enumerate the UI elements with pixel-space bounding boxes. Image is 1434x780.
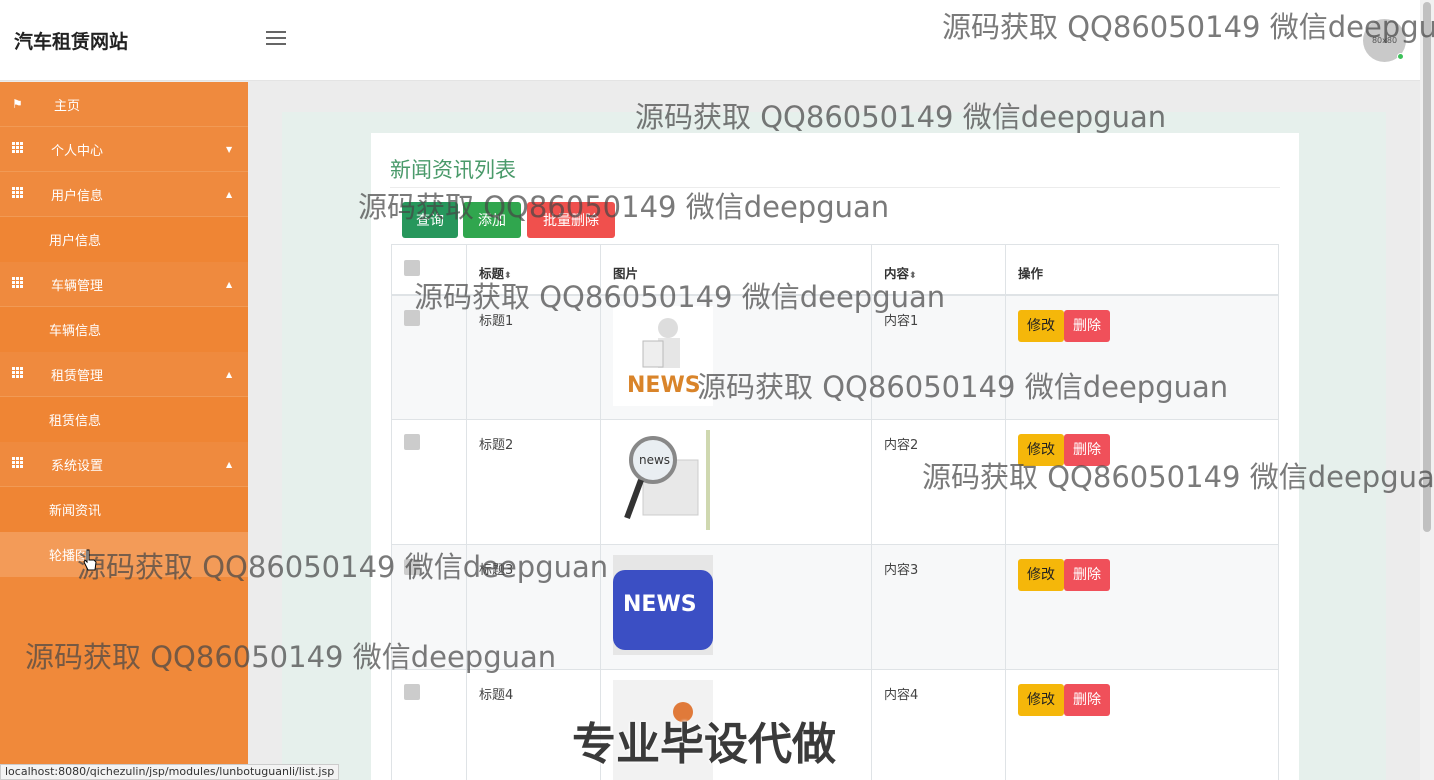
news-table: 标题⬍ 图片 内容⬍ 操作 标题1 NEWS 内容1 修改 删除 标题2 news 内容2 修改… xyxy=(391,244,1279,780)
delete-button[interactable]: 删除 xyxy=(1064,559,1110,591)
svg-text:news: news xyxy=(639,453,670,467)
content-cell: 内容4 xyxy=(871,669,1006,780)
online-status-icon xyxy=(1397,53,1404,60)
sidebar-item[interactable]: 租赁信息 xyxy=(0,397,248,442)
site-title: 汽车租赁网站 xyxy=(14,31,129,53)
action-cell: 修改 删除 xyxy=(1005,544,1279,670)
sidebar-item-label: 新闻资讯 xyxy=(49,504,102,519)
scrollbar-thumb[interactable] xyxy=(1423,2,1431,532)
row-select-cell xyxy=(391,419,467,545)
edit-button[interactable]: 修改 xyxy=(1018,559,1064,591)
grid-icon xyxy=(12,142,26,154)
row-checkbox[interactable] xyxy=(404,434,420,450)
edit-button[interactable]: 修改 xyxy=(1018,309,1064,342)
chevron-down-icon: ▼ xyxy=(226,145,233,154)
grid-icon xyxy=(12,277,26,289)
menu-toggle-icon[interactable] xyxy=(266,31,286,47)
watermark-text: 源码获取 QQ86050149 微信deepguan xyxy=(942,10,1434,44)
header-action: 操作 xyxy=(1005,244,1279,296)
sidebar-item[interactable]: 新闻资讯 xyxy=(0,487,248,532)
svg-text:NEWS: NEWS xyxy=(623,592,697,617)
sidebar-item[interactable]: 用户信息 xyxy=(0,217,248,262)
status-bar-url: localhost:8080/qichezulin/jsp/modules/lu… xyxy=(0,764,340,780)
news-thumbnail: NEWS xyxy=(613,555,713,659)
sidebar-item-label: 主页 xyxy=(54,98,81,114)
image-cell: news xyxy=(600,419,872,545)
sidebar-item[interactable]: 车辆管理 ▲ xyxy=(0,262,248,307)
sidebar-item-label: 租赁信息 xyxy=(49,414,102,429)
watermark-text: 源码获取 QQ86050149 微信deepguan xyxy=(77,550,609,584)
watermark-text: 源码获取 QQ86050149 微信deepguan xyxy=(697,370,1229,404)
sidebar-item[interactable]: 租赁管理 ▲ xyxy=(0,352,248,397)
action-cell: 修改 删除 xyxy=(1005,669,1279,780)
watermark-text: 源码获取 QQ86050149 微信deepguan xyxy=(922,460,1434,494)
grid-icon xyxy=(12,367,26,379)
news-thumbnail: news xyxy=(613,430,713,534)
sidebar-item[interactable]: 系统设置 ▲ xyxy=(0,442,248,487)
watermark-banner: 专业毕设代做 xyxy=(572,719,836,770)
page-title: 新闻资讯列表 xyxy=(390,158,516,182)
chevron-up-icon: ▲ xyxy=(226,370,233,379)
svg-text:NEWS: NEWS xyxy=(627,373,701,398)
sidebar-item-label: 个人中心 xyxy=(51,143,104,159)
title-cell: 标题2 xyxy=(466,419,601,545)
delete-button[interactable]: 删除 xyxy=(1064,309,1110,342)
watermark-text: 源码获取 QQ86050149 微信deepguan xyxy=(25,640,557,674)
watermark-text: 源码获取 QQ86050149 微信deepguan xyxy=(358,190,890,224)
header-action-label: 操作 xyxy=(1018,266,1044,281)
chevron-up-icon: ▲ xyxy=(226,190,233,199)
sidebar-item-label: 租赁管理 xyxy=(51,368,104,384)
hand-cursor-icon xyxy=(83,549,97,571)
sidebar-item-label: 用户信息 xyxy=(51,188,104,204)
sidebar-item[interactable]: ⚑ 主页 xyxy=(0,82,248,127)
image-cell: NEWS xyxy=(600,544,872,670)
sidebar-item-label: 用户信息 xyxy=(49,234,102,249)
grid-icon xyxy=(12,457,26,469)
sidebar-item[interactable]: 用户信息 ▲ xyxy=(0,172,248,217)
delete-button[interactable]: 删除 xyxy=(1064,684,1110,716)
vertical-scrollbar[interactable] xyxy=(1420,0,1434,780)
watermark-text: 源码获取 QQ86050149 微信deepguan xyxy=(635,100,1167,134)
sidebar-item-label: 车辆信息 xyxy=(49,324,102,339)
chevron-up-icon: ▲ xyxy=(226,460,233,469)
grid-icon xyxy=(12,187,26,199)
edit-button[interactable]: 修改 xyxy=(1018,684,1064,716)
chevron-up-icon: ▲ xyxy=(226,280,233,289)
sidebar-item-label: 车辆管理 xyxy=(51,278,104,294)
sidebar-item[interactable]: 车辆信息 xyxy=(0,307,248,352)
row-checkbox[interactable] xyxy=(404,684,420,700)
sidebar-item-label: 系统设置 xyxy=(51,458,104,474)
row-select-cell xyxy=(391,669,467,780)
flag-icon: ⚑ xyxy=(12,97,23,111)
watermark-text: 源码获取 QQ86050149 微信deepguan xyxy=(414,280,946,314)
sidebar-item[interactable]: 个人中心 ▼ xyxy=(0,127,248,172)
content-cell: 内容3 xyxy=(871,544,1006,670)
